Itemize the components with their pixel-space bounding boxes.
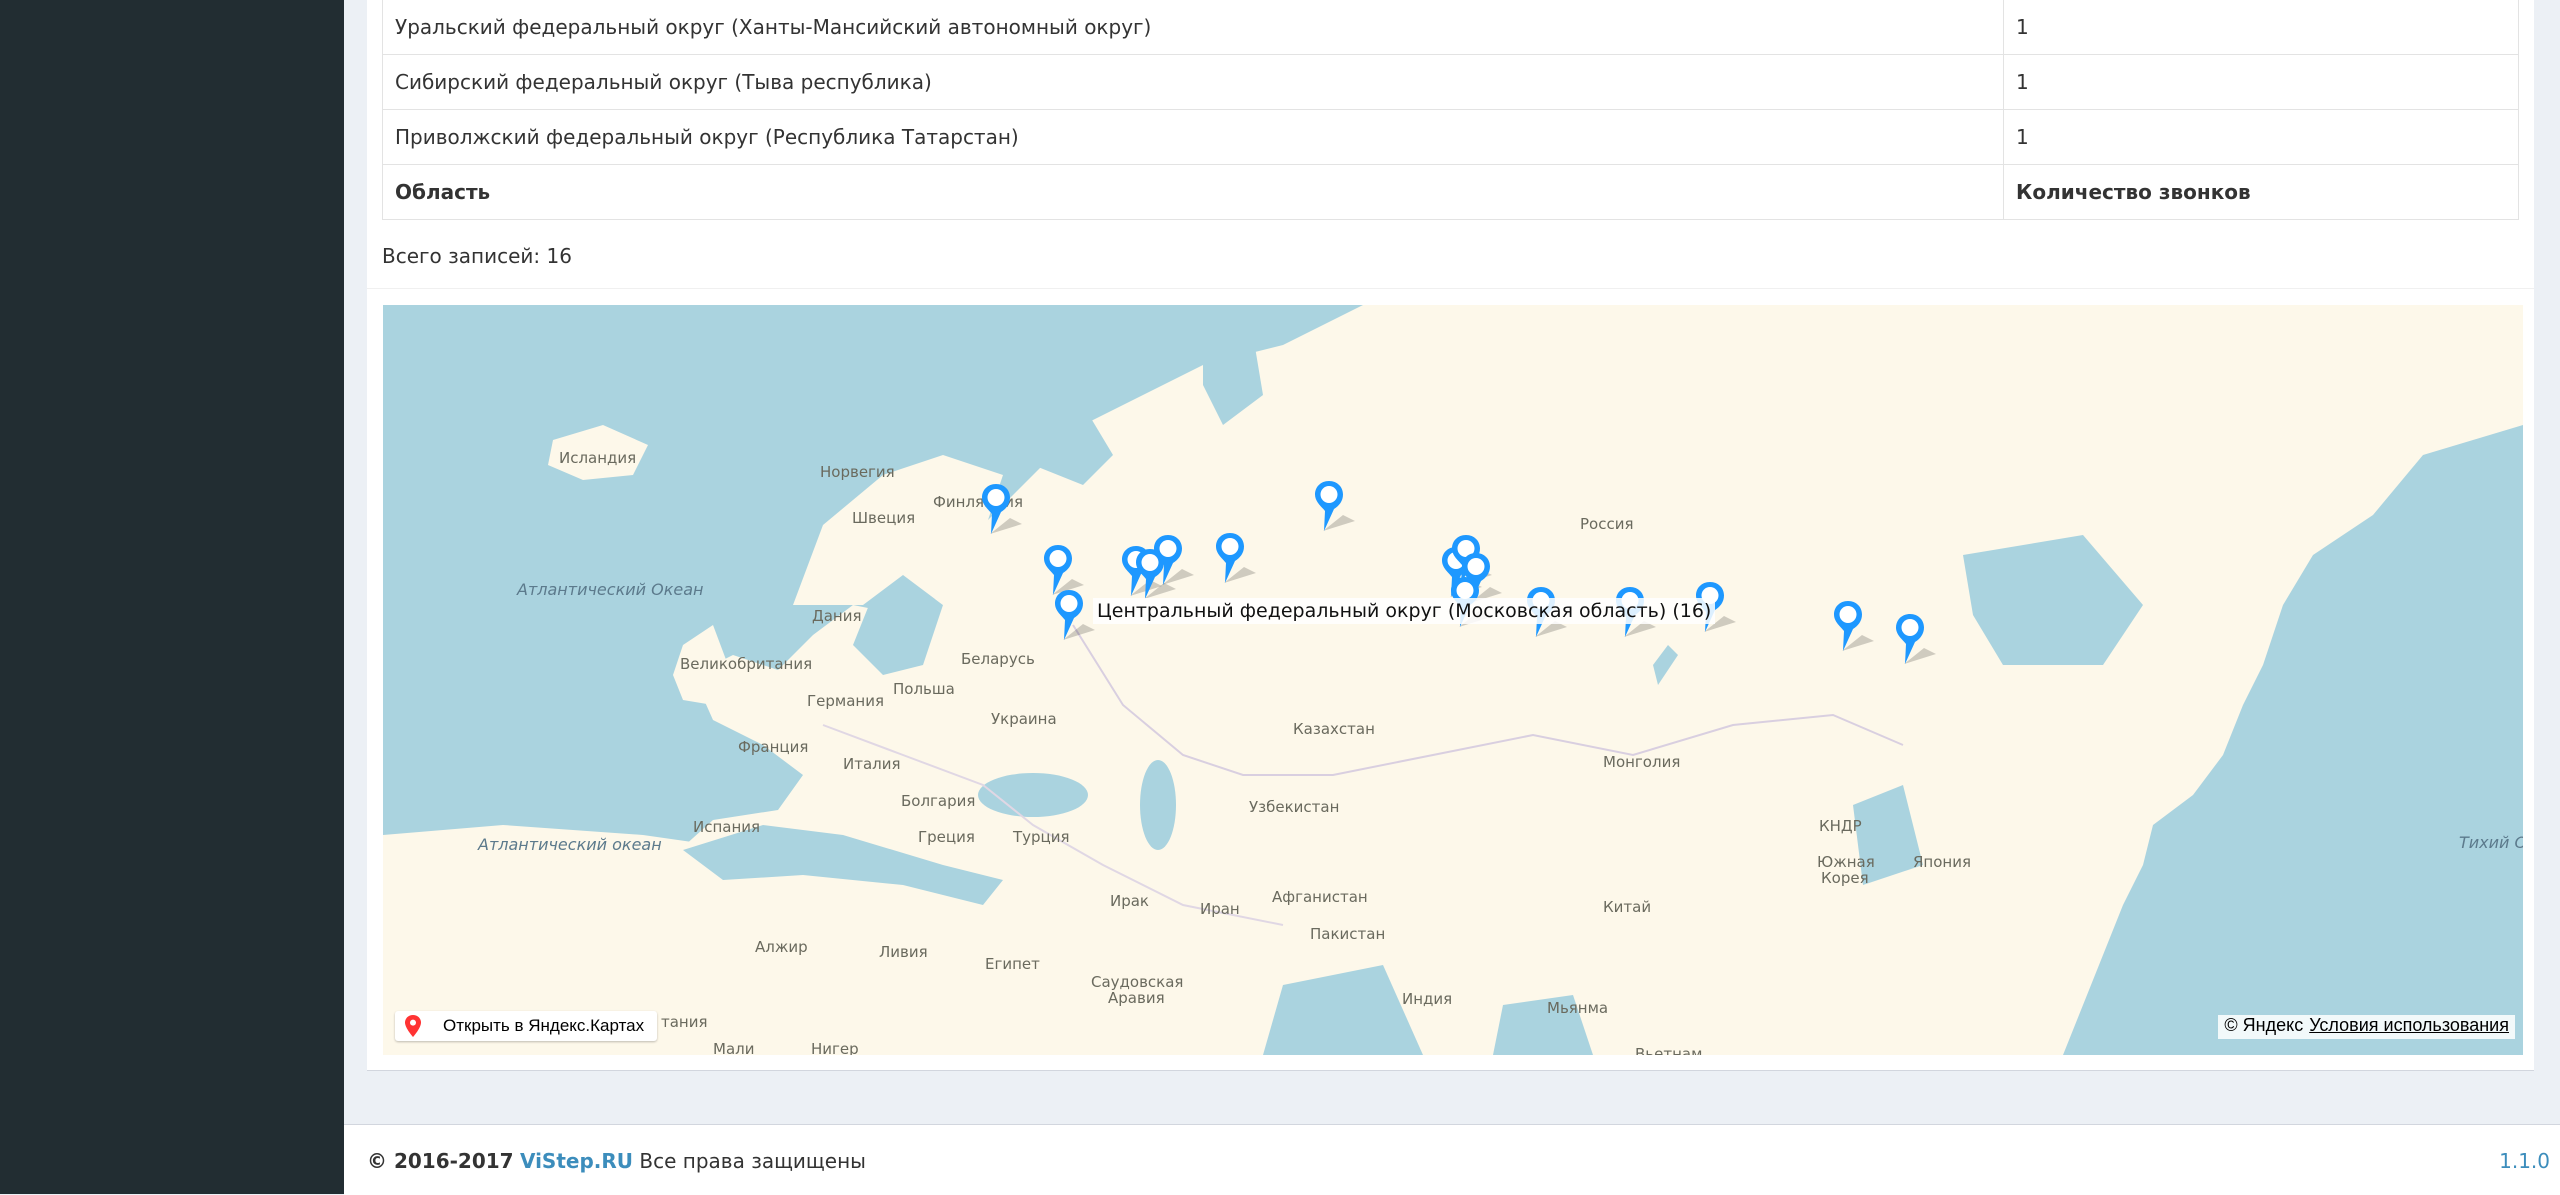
region-cell: Сибирский федеральный округ (Тыва респуб… [382, 54, 2004, 110]
open-in-yandex-maps-button[interactable]: Открыть в Яндекс.Картах [395, 1011, 657, 1041]
map-label: Япония [1913, 853, 1971, 871]
map-pin-icon [405, 1015, 421, 1037]
map-label: тания [661, 1013, 708, 1031]
map-label: Великобритания [680, 655, 813, 673]
map-label: Дания [812, 607, 862, 625]
map-label: Украина [991, 710, 1057, 728]
region-cell: Уральский федеральный округ (Ханты-Манси… [382, 0, 2004, 55]
total-records: Всего записей: 16 [382, 244, 572, 268]
map-label: Корея [1821, 869, 1869, 887]
map-label: Атлантический Океан [517, 580, 704, 599]
map-label: КНДР [1819, 817, 1862, 835]
map-label: Болгария [901, 792, 976, 810]
rights-text: Все права защищены [639, 1149, 866, 1173]
version-label: 1.1.0 [2499, 1149, 2550, 1173]
map-placemark[interactable] [1214, 531, 1258, 591]
map-placemark[interactable] [1313, 479, 1357, 539]
region-cell: Приволжский федеральный округ (Республик… [382, 109, 2004, 165]
terms-of-use-link[interactable]: Условия использования [2309, 1015, 2509, 1035]
footer-copyright: © 2016-2017 ViStep.RU Все права защищены [367, 1149, 866, 1173]
count-cell: 1 [2003, 0, 2519, 55]
table-row: Уральский федеральный округ (Ханты-Манси… [382, 0, 2519, 55]
map-label: Италия [843, 755, 901, 773]
sidebar [0, 0, 344, 1194]
map-land-layer [383, 305, 2523, 1055]
table-row: Сибирский федеральный округ (Тыва респуб… [382, 54, 2519, 110]
brand-link[interactable]: ViStep.RU [520, 1149, 633, 1173]
content-box: Уральский федеральный округ (Ханты-Манси… [367, 0, 2534, 1071]
yandex-map[interactable]: Исландия Норвегия Швеция Финляндия Росси… [383, 305, 2523, 1055]
map-label: Германия [807, 692, 884, 710]
map-label: Египет [985, 955, 1040, 973]
table-footer-row: Область Количество звонков [382, 164, 2519, 220]
map-label: Мьянма [1547, 999, 1609, 1017]
map-label: Пакистан [1310, 925, 1386, 943]
region-column-header: Область [382, 164, 2004, 220]
map-label: Испания [693, 818, 761, 836]
map-label: Китай [1603, 898, 1652, 916]
map-label: Атлантический океан [478, 835, 662, 854]
map-label: Норвегия [820, 463, 895, 481]
map-placemark[interactable] [1053, 588, 1097, 648]
map-tooltip: Центральный федеральный округ (Московска… [1093, 598, 1716, 624]
map-label: Мали [713, 1040, 755, 1055]
map-label: Тихий О [2459, 833, 2523, 852]
regions-table: Уральский федеральный округ (Ханты-Манси… [382, 0, 2519, 220]
open-in-yandex-maps-label: Открыть в Яндекс.Картах [443, 1016, 645, 1035]
page-footer: © 2016-2017 ViStep.RU Все права защищены… [344, 1124, 2560, 1195]
map-label: Швеция [852, 509, 916, 527]
map-label: Аравия [1108, 989, 1165, 1007]
map-label: Греция [918, 828, 975, 846]
map-label: Алжир [755, 938, 808, 956]
map-label: Нигер [811, 1040, 859, 1055]
map-label: Беларусь [961, 650, 1035, 668]
map-label: Казахстан [1293, 720, 1375, 738]
map-label: Ирак [1110, 892, 1149, 910]
map-copyright: © Яндекс Условия использования [2218, 1015, 2515, 1039]
count-cell: 1 [2003, 109, 2519, 165]
map-label: Турция [1013, 828, 1070, 846]
map-label: Франция [738, 738, 809, 756]
map-label: Польша [893, 680, 955, 698]
divider [367, 288, 2534, 289]
map-label: Монголия [1603, 753, 1681, 771]
table-row: Приволжский федеральный округ (Республик… [382, 109, 2519, 165]
map-label: Иран [1200, 900, 1240, 918]
copyright-years: © 2016-2017 [367, 1149, 514, 1173]
map-label: Индия [1402, 990, 1453, 1008]
map-label: Россия [1580, 515, 1634, 533]
map-label: Узбекистан [1249, 798, 1340, 816]
map-label: Вьетнам [1635, 1045, 1703, 1055]
map-label: Исландия [559, 449, 637, 467]
map-placemark[interactable] [1152, 533, 1196, 593]
map-label: Афганистан [1272, 888, 1368, 906]
map-label: Ливия [879, 943, 928, 961]
count-cell: 1 [2003, 54, 2519, 110]
map-placemark[interactable] [980, 482, 1024, 542]
count-column-header: Количество звонков [2003, 164, 2519, 220]
map-placemark[interactable] [1832, 599, 1876, 659]
map-placemark[interactable] [1894, 612, 1938, 672]
copyright-text: © Яндекс [2224, 1015, 2304, 1035]
